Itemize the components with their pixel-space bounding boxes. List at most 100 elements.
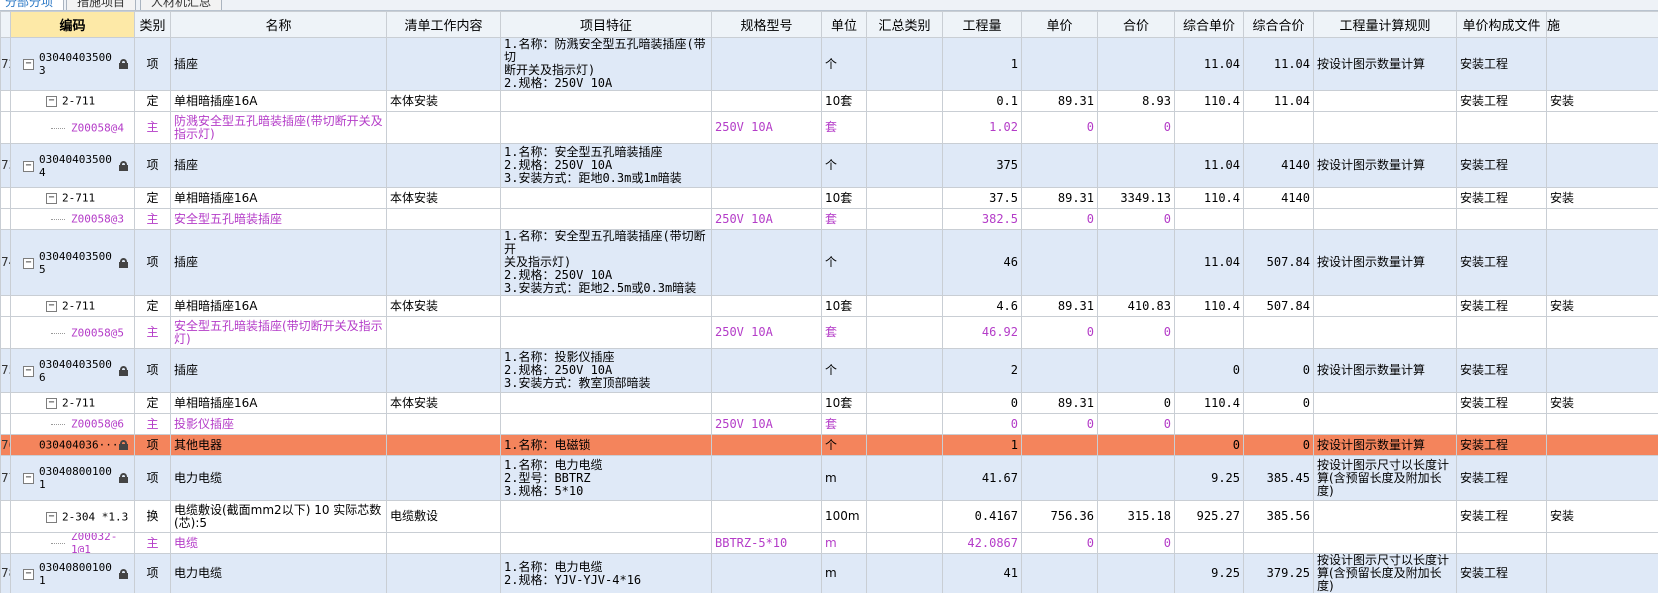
comp-price-cell[interactable]: 11.04 [1174, 143, 1244, 188]
feature-cell[interactable]: 1.名称：防溅安全型五孔暗装插座(带切 断开关及指示灯) 2.规格：250V 1… [500, 37, 712, 91]
price-cell[interactable] [1021, 348, 1098, 393]
total-cell[interactable]: 410.83 [1097, 295, 1175, 317]
feature-cell[interactable]: 1.名称：电力电缆 2.型号：BBTRZ 3.规格：5*10 [500, 455, 712, 501]
table-row[interactable]: 74−03040403500 5项插座1.名称：安全型五孔暗装插座(带切断开 关… [0, 229, 1658, 296]
comp-total-cell[interactable]: 11.04 [1243, 90, 1314, 112]
rule-cell[interactable] [1313, 392, 1457, 414]
unit-cell[interactable]: 10套 [821, 90, 867, 112]
content-cell[interactable] [386, 208, 501, 230]
table-row[interactable]: −2-711 定单相暗插座16A 本体安装 10套 4.6 89.31 410.83 110.… [0, 295, 1658, 317]
feature-cell[interactable]: 1.名称：安全型五孔暗装插座 2.规格：250V 10A 3.安装方式：距地0.… [500, 143, 712, 188]
qty-cell[interactable]: 0 [942, 413, 1022, 435]
collapse-toggle[interactable]: − [23, 59, 34, 70]
header-comp-total[interactable]: 综合合价 [1243, 11, 1314, 38]
feature-cell[interactable]: 1.名称：电力电缆 2.规格：YJV-YJV-4*16 [500, 553, 712, 593]
collapse-toggle[interactable]: − [23, 365, 34, 377]
summary-cell[interactable] [866, 37, 943, 91]
table-row[interactable]: Z00058@5 主安全型五孔暗装插座(带切断开关及指示灯) 250V 10A 套 46… [0, 316, 1658, 349]
comp-price-cell[interactable]: 110.4 [1174, 295, 1244, 317]
price-cell[interactable] [1021, 229, 1098, 296]
price-cell[interactable]: 89.31 [1021, 187, 1098, 209]
name-cell[interactable]: 安全型五孔暗装插座 [170, 208, 387, 230]
comp-total-cell[interactable]: 0 [1243, 434, 1314, 456]
content-cell[interactable]: 电缆敷设 [386, 500, 501, 533]
feature-cell[interactable] [500, 392, 712, 414]
qty-cell[interactable]: 0 [942, 392, 1022, 414]
file-cell[interactable]: 安装工程 [1456, 143, 1547, 188]
rule-cell[interactable] [1313, 532, 1457, 554]
table-row[interactable]: Z00058@3 主安全型五孔暗装插座 250V 10A 套 382.5 0 0 [0, 208, 1658, 230]
spec-cell[interactable] [711, 229, 822, 296]
file-cell[interactable]: 安装工程 [1456, 90, 1547, 112]
code-cell[interactable]: −2-711 [10, 295, 135, 317]
price-cell[interactable]: 89.31 [1021, 90, 1098, 112]
extra-cell[interactable] [1546, 229, 1658, 296]
rule-cell[interactable] [1313, 316, 1457, 349]
extra-cell[interactable]: 安装 [1546, 392, 1658, 414]
comp-total-cell[interactable]: 379.25 [1243, 553, 1314, 593]
summary-cell[interactable] [866, 500, 943, 533]
file-cell[interactable]: 安装工程 [1456, 434, 1547, 456]
total-cell[interactable] [1097, 229, 1175, 296]
spec-cell[interactable]: 250V 10A [711, 413, 822, 435]
extra-cell[interactable] [1546, 208, 1658, 230]
table-row[interactable]: −2-304 *1.3 换电缆敷设(截面mm2以下) 10 实际芯数(芯):5 电缆… [0, 500, 1658, 533]
total-cell[interactable]: 3349.13 [1097, 187, 1175, 209]
table-row[interactable]: −2-711 定单相暗插座16A 本体安装 10套 0.1 89.31 8.93 110.4 1… [0, 90, 1658, 112]
name-cell[interactable]: 电缆敷设(截面mm2以下) 10 实际芯数(芯):5 [170, 500, 387, 533]
feature-cell[interactable] [500, 500, 712, 533]
qty-cell[interactable]: 375 [942, 143, 1022, 188]
comp-total-cell[interactable]: 385.56 [1243, 500, 1314, 533]
header-content[interactable]: 清单工作内容 [386, 11, 501, 38]
price-cell[interactable] [1021, 37, 1098, 91]
type-cell[interactable]: 定 [134, 90, 171, 112]
header-file[interactable]: 单价构成文件 [1456, 11, 1547, 38]
feature-cell[interactable]: 1.名称：安全型五孔暗装插座(带切断开 关及指示灯) 2.规格：250V 10A… [500, 229, 712, 296]
file-cell[interactable] [1456, 111, 1547, 144]
collapse-toggle[interactable]: − [23, 160, 34, 172]
spec-cell[interactable] [711, 434, 822, 456]
collapse-toggle[interactable]: − [23, 257, 34, 269]
header-total[interactable]: 合价 [1097, 11, 1175, 38]
extra-cell[interactable] [1546, 532, 1658, 554]
file-cell[interactable] [1456, 316, 1547, 349]
name-cell[interactable]: 插座 [170, 348, 387, 393]
price-cell[interactable]: 756.36 [1021, 500, 1098, 533]
comp-price-cell[interactable]: 110.4 [1174, 90, 1244, 112]
qty-cell[interactable]: 41.67 [942, 455, 1022, 501]
feature-cell[interactable] [500, 532, 712, 554]
collapse-toggle[interactable]: − [46, 511, 57, 523]
summary-cell[interactable] [866, 413, 943, 435]
type-cell[interactable]: 主 [134, 111, 171, 144]
content-cell[interactable]: 本体安装 [386, 90, 501, 112]
extra-cell[interactable] [1546, 434, 1658, 456]
unit-cell[interactable]: m [821, 455, 867, 501]
qty-cell[interactable]: 46.92 [942, 316, 1022, 349]
type-cell[interactable]: 定 [134, 187, 171, 209]
extra-cell[interactable] [1546, 143, 1658, 188]
comp-price-cell[interactable]: 110.4 [1174, 392, 1244, 414]
spec-cell[interactable] [711, 455, 822, 501]
extra-cell[interactable] [1546, 37, 1658, 91]
qty-cell[interactable]: 0.4167 [942, 500, 1022, 533]
price-cell[interactable]: 0 [1021, 208, 1098, 230]
spec-cell[interactable]: BBTRZ-5*10 [711, 532, 822, 554]
code-cell[interactable]: −03040800100 1 [10, 455, 135, 501]
code-cell[interactable]: Z00058@6 [10, 413, 135, 435]
name-cell[interactable]: 插座 [170, 143, 387, 188]
header-qty[interactable]: 工程量 [942, 11, 1022, 38]
qty-cell[interactable]: 41 [942, 553, 1022, 593]
content-cell[interactable]: 本体安装 [386, 187, 501, 209]
content-cell[interactable] [386, 553, 501, 593]
header-feature[interactable]: 项目特征 [500, 11, 712, 38]
price-cell[interactable]: 89.31 [1021, 295, 1098, 317]
rule-cell[interactable]: 按设计图示数量计算 [1313, 229, 1457, 296]
rule-cell[interactable] [1313, 500, 1457, 533]
code-cell[interactable]: −03040403500 3 [10, 37, 135, 91]
total-cell[interactable] [1097, 434, 1175, 456]
file-cell[interactable]: 安装工程 [1456, 229, 1547, 296]
type-cell[interactable]: 主 [134, 532, 171, 554]
collapse-toggle[interactable]: − [46, 301, 57, 312]
type-cell[interactable]: 项 [134, 37, 171, 91]
summary-cell[interactable] [866, 143, 943, 188]
